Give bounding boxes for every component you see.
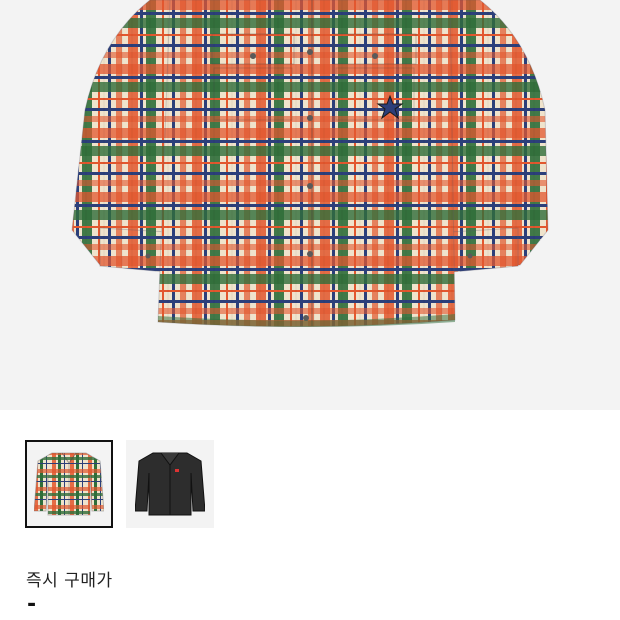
thumbnail-plaid-shirt[interactable] bbox=[25, 440, 113, 528]
instant-buy-price-label: 즉시 구매가 bbox=[26, 571, 113, 591]
product-page: 즉시 구매가 - bbox=[0, 0, 620, 620]
thumbnail-strip bbox=[25, 440, 214, 528]
black-jacket-thumbnail-image bbox=[135, 452, 205, 516]
plaid-shirt-illustration bbox=[71, 0, 549, 328]
instant-buy-price-value: - bbox=[27, 592, 37, 617]
main-product-image[interactable] bbox=[0, 0, 620, 410]
plaid-shirt-thumbnail-image bbox=[34, 452, 104, 516]
thumbnail-black-jacket[interactable] bbox=[126, 440, 214, 528]
